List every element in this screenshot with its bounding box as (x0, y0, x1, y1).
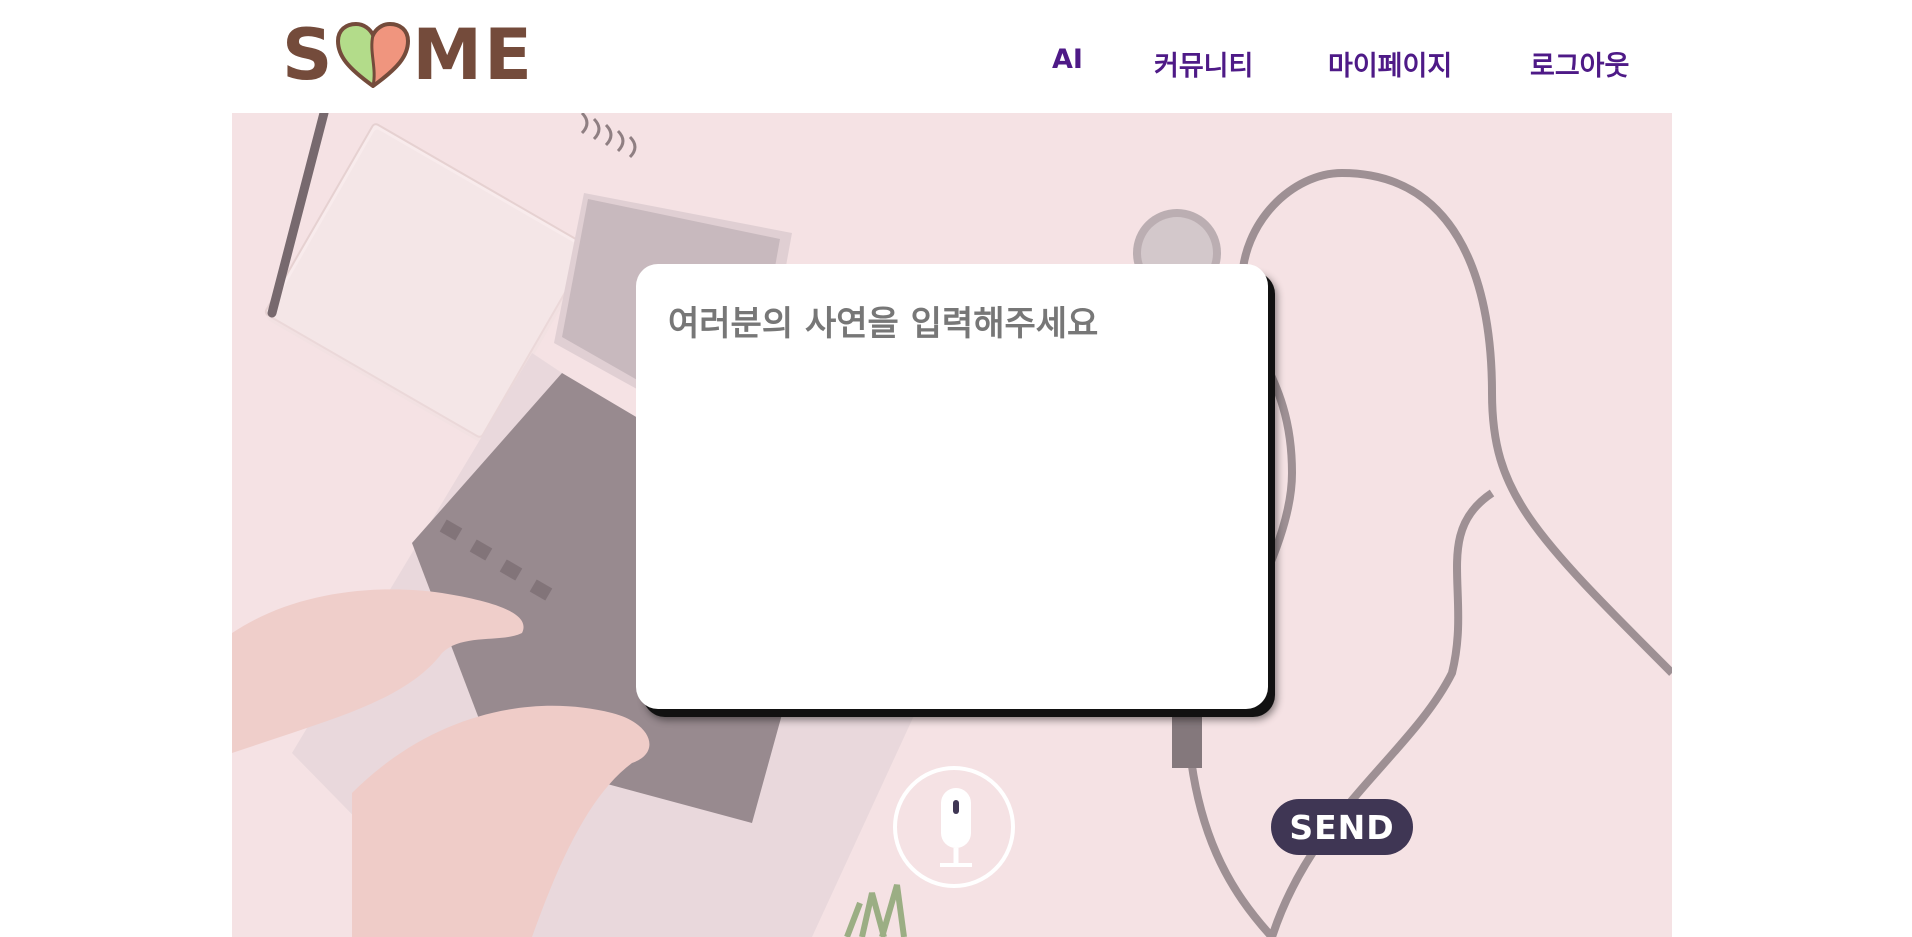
microphone-icon (940, 788, 972, 867)
nav-item-logout[interactable]: 로그아웃 (1530, 44, 1629, 83)
nav-item-ai[interactable]: AI (1052, 44, 1083, 75)
microphone-button[interactable] (893, 766, 1015, 888)
nav-item-mypage[interactable]: 마이페이지 (1328, 44, 1452, 83)
send-button[interactable]: SEND (1271, 799, 1413, 855)
nav-item-community[interactable]: 커뮤니티 (1154, 44, 1253, 83)
story-input-card (636, 264, 1268, 709)
top-nav: AI 커뮤니티 마이페이지 로그아웃 (0, 44, 1912, 84)
story-textarea[interactable] (666, 294, 1240, 678)
hero-section: SEND (232, 113, 1672, 937)
site-header: S ME AI 커뮤니티 마이페이지 로그아웃 (0, 0, 1912, 113)
